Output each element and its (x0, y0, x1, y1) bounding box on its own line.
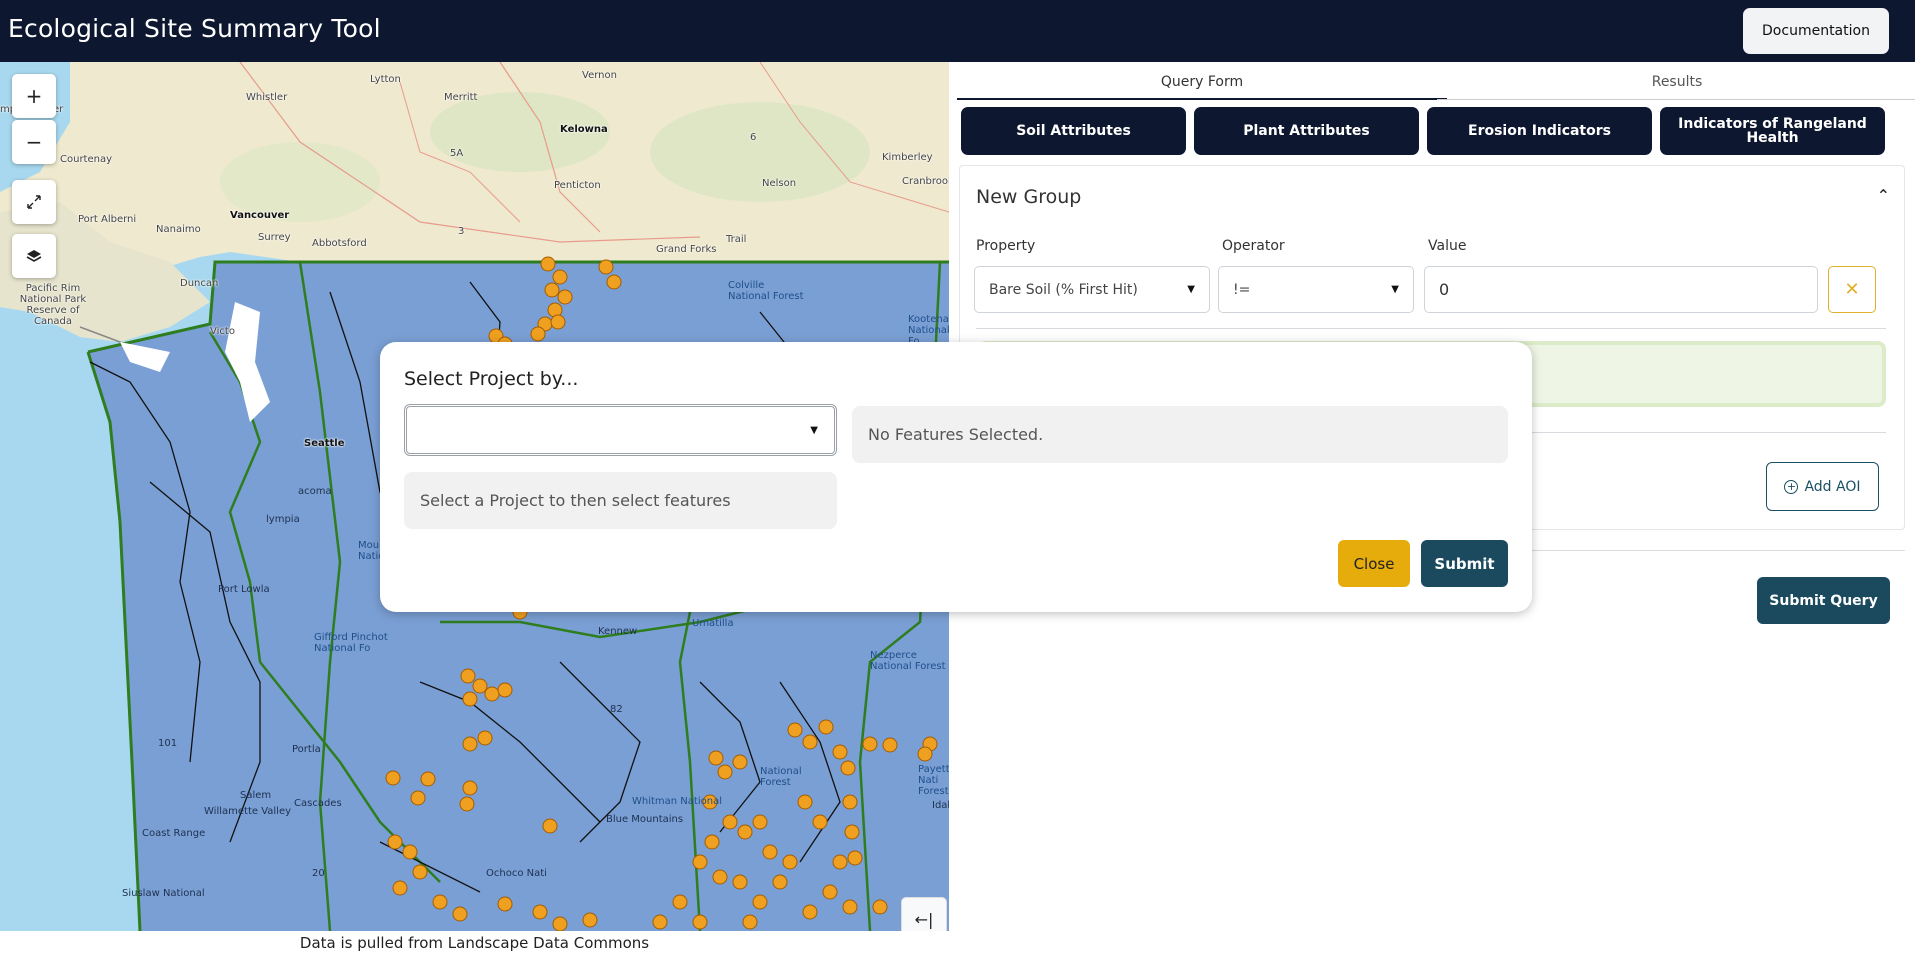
chevron-up-icon[interactable]: ⌃ (1877, 186, 1890, 205)
map-label-hwy-82: 82 (610, 704, 623, 715)
map-label-colville: Colville National Forest (728, 280, 804, 302)
map-label-duncan: Duncan (180, 278, 219, 289)
expand-icon (27, 195, 41, 209)
divider (976, 328, 1886, 329)
value-input[interactable]: 0 (1424, 266, 1818, 313)
map-label-idaho: Idah (932, 800, 949, 811)
close-icon: ✕ (1844, 279, 1860, 300)
caret-down-icon: ▼ (810, 425, 818, 436)
map-label-siuslaw: Siuslaw National (122, 888, 205, 899)
close-button[interactable]: Close (1338, 540, 1410, 587)
map-label-umatilla: Umatilla (692, 618, 734, 629)
map-label-port-lowla: Port Lowla (218, 584, 270, 595)
feature-hint: Select a Project to then select features (404, 472, 837, 529)
map-label-courtenay: Courtenay (60, 154, 113, 165)
remove-condition-button[interactable]: ✕ (1828, 266, 1876, 313)
map-attribution: Data is pulled from Landscape Data Commo… (0, 931, 949, 956)
map-label-gifford: Gifford Pinchot National Fo (314, 632, 388, 654)
map-label-national-forest: National Forest (760, 766, 802, 788)
plant-attributes-button[interactable]: Plant Attributes (1194, 107, 1419, 155)
map-label-cascades: Cascades (294, 798, 342, 809)
add-aoi-button[interactable]: + Add AOI (1766, 462, 1879, 511)
map-label-coast-range: Coast Range (142, 828, 206, 839)
layers-icon (26, 250, 42, 262)
map-label-cranbrook: Cranbrook (902, 176, 949, 187)
tab-query-form[interactable]: Query Form (957, 70, 1447, 100)
map-label-grand-forks: Grand Forks (656, 244, 717, 255)
map-label-victoria: Victo (210, 326, 235, 337)
map-label-surrey: Surrey (258, 232, 291, 243)
map-label-kelowna: Kelowna (560, 124, 608, 135)
group-title: New Group (976, 186, 1082, 208)
app-title: Ecological Site Summary Tool (8, 14, 381, 43)
map-label-penticton: Penticton (554, 180, 601, 191)
property-label: Property (976, 238, 1036, 254)
add-aoi-label: Add AOI (1804, 478, 1861, 495)
map-label-seattle: Seattle (304, 438, 345, 449)
value-label: Value (1428, 238, 1467, 254)
property-select[interactable]: Bare Soil (% First Hit) ▼ (974, 266, 1210, 313)
caret-down-icon: ▼ (1187, 284, 1195, 295)
map-label-merritt: Merritt (444, 92, 478, 103)
map-label-vancouver: Vancouver (230, 210, 290, 221)
map-label-olympia: lympia (266, 514, 300, 525)
map-label-hwy-6: 6 (750, 132, 757, 143)
map-label-hwy-3: 3 (458, 226, 465, 237)
documentation-button[interactable]: Documentation (1743, 8, 1889, 54)
layers-button[interactable] (12, 234, 56, 278)
zoom-in-button[interactable]: + (12, 74, 56, 118)
project-select[interactable]: ▼ (404, 404, 837, 456)
fullscreen-button[interactable] (12, 180, 56, 224)
select-project-modal: Select Project by... ▼ No Features Selec… (380, 342, 1532, 612)
map-label-kennewick: Kennew (598, 626, 638, 637)
map-label-hwy-101: 101 (158, 738, 178, 749)
map-label-trail: Trail (726, 234, 747, 245)
map-label-vernon: Vernon (582, 70, 617, 81)
map-label-nelson: Nelson (762, 178, 797, 189)
map-label-blue-mountains: Blue Mountains (606, 814, 684, 825)
soil-attributes-button[interactable]: Soil Attributes (961, 107, 1186, 155)
map-label-nezperce: Nezperce National Forest (870, 650, 946, 672)
map-label-whitman: Whitman National (632, 796, 722, 807)
collapse-panel-button[interactable]: ←| (901, 897, 947, 931)
map-label-salem: Salem (240, 790, 272, 801)
map-label-hwy-20: 20 (312, 868, 325, 879)
plus-circle-icon: + (1784, 479, 1799, 494)
map-label-payette: Payette Nati Forest (918, 764, 949, 797)
map-label-port-alberni: Port Alberni (78, 214, 137, 225)
operator-select[interactable]: != ▼ (1218, 266, 1414, 313)
map-label-abbotsford: Abbotsford (312, 238, 367, 249)
map-label-pacific-rim: Pacific Rim National Park Reserve of Can… (19, 283, 87, 327)
map-label-willamette: Willamette Valley (204, 806, 292, 817)
map-label-kimberley: Kimberley (882, 152, 933, 163)
property-select-value: Bare Soil (% First Hit) (989, 281, 1138, 298)
map-label-tacoma: acoma (298, 486, 332, 497)
erosion-indicators-button[interactable]: Erosion Indicators (1427, 107, 1652, 155)
operator-label: Operator (1222, 238, 1285, 254)
caret-down-icon: ▼ (1391, 284, 1399, 295)
map-label-portland: Portla (292, 744, 321, 755)
submit-query-button[interactable]: Submit Query (1757, 577, 1890, 624)
map-label-hwy-5a: 5A (450, 148, 464, 159)
map-label-nanaimo: Nanaimo (156, 224, 201, 235)
map-label-whistler: Whistler (246, 92, 288, 103)
map-label-lytton: Lytton (370, 74, 401, 85)
selected-features-box: No Features Selected. (852, 406, 1508, 463)
arrow-left-bar-icon: ←| (914, 909, 934, 929)
rangeland-health-button[interactable]: Indicators of Rangeland Health (1660, 107, 1885, 155)
app-header: Ecological Site Summary Tool Documentati… (0, 0, 1915, 62)
submit-button[interactable]: Submit (1421, 540, 1508, 587)
zoom-out-button[interactable]: − (12, 120, 56, 164)
modal-title: Select Project by... (404, 368, 579, 390)
map-label-ochoco: Ochoco Nati (486, 868, 547, 879)
operator-select-value: != (1233, 281, 1251, 298)
tab-results[interactable]: Results (1437, 70, 1915, 100)
